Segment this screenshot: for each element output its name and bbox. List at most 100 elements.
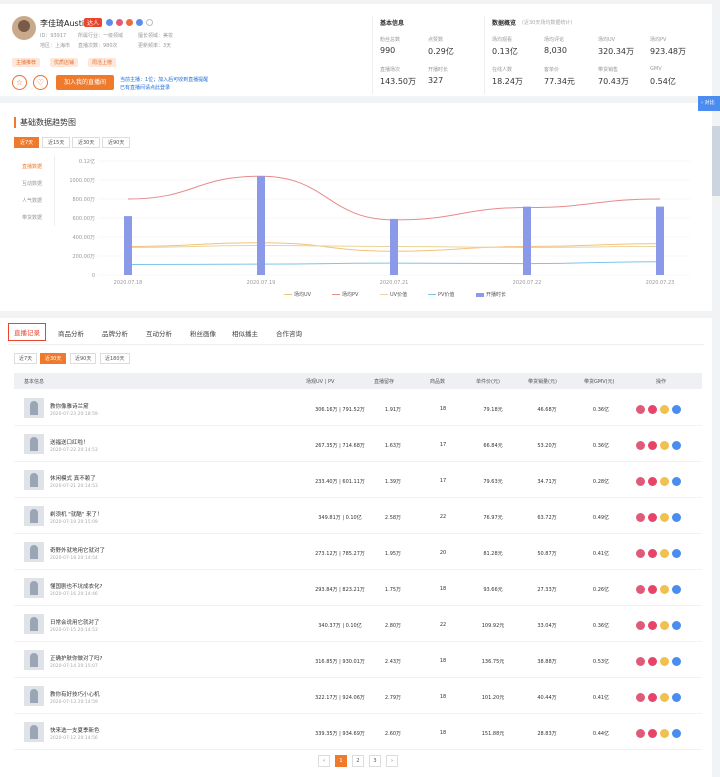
period-tab[interactable]: 近7天 (14, 137, 40, 148)
platform-icon[interactable] (106, 19, 113, 26)
video-thumbnail[interactable] (24, 614, 44, 634)
table-row[interactable]: 懂国剧也不坑成衣化? 2020-07-16 20:14:46 293.84万 | 8… (14, 571, 702, 606)
play-icon[interactable] (636, 621, 645, 630)
platform-icon[interactable] (146, 19, 153, 26)
more-icon[interactable] (660, 729, 669, 738)
tab-interaction-analysis[interactable]: 互动分析 (146, 328, 172, 338)
video-title[interactable]: 教你像雅诗兰黛 (50, 402, 89, 410)
period-tab[interactable]: 近90天 (102, 137, 131, 148)
tab-brand-analysis[interactable]: 品牌分析 (102, 328, 128, 338)
star-icon[interactable]: ☆ (12, 75, 27, 90)
video-thumbnail[interactable] (24, 398, 44, 418)
video-title[interactable]: 教你有好技巧小心机 (50, 690, 100, 698)
metric-item[interactable]: 带货数据 (22, 214, 42, 221)
platform-icon[interactable] (136, 19, 143, 26)
video-title[interactable]: 日常会说用它就对了 (50, 618, 100, 626)
more-icon[interactable] (660, 513, 669, 522)
legend-item[interactable]: 场均UV (284, 291, 311, 298)
page-button[interactable]: 1 (335, 755, 347, 767)
more-icon[interactable] (660, 693, 669, 702)
platform-icon[interactable] (126, 19, 133, 26)
play-icon[interactable] (636, 693, 645, 702)
play-icon[interactable] (636, 405, 645, 414)
tab-cooperation[interactable]: 合作咨询 (276, 328, 302, 338)
star-icon[interactable] (648, 729, 657, 738)
star-icon[interactable] (648, 693, 657, 702)
platform-icon[interactable] (116, 19, 123, 26)
video-thumbnail[interactable] (24, 506, 44, 526)
legend-item[interactable]: 开播时长 (476, 291, 506, 298)
detail-icon[interactable] (672, 729, 681, 738)
legend-item[interactable]: 场均PV (332, 291, 358, 298)
tab-fan-profile[interactable]: 粉丝画像 (190, 328, 216, 338)
range-tab[interactable]: 近30天 (40, 353, 67, 364)
more-icon[interactable] (660, 405, 669, 414)
page-button[interactable]: 2 (352, 755, 364, 767)
next-page-button[interactable]: › (386, 755, 398, 767)
play-icon[interactable] (636, 729, 645, 738)
legend-item[interactable]: UV价值 (380, 291, 407, 298)
table-row[interactable]: 日常会说用它就对了 2020-07-15 20:14:53 340.37万 | 0.… (14, 607, 702, 642)
more-icon[interactable] (660, 621, 669, 630)
join-login-link[interactable]: 已有直播间请点此登录 (120, 84, 170, 91)
metric-item[interactable]: 人气数据 (22, 197, 42, 204)
join-live-button[interactable]: 加入我的直播间 (56, 75, 114, 90)
star-icon[interactable] (648, 657, 657, 666)
star-icon[interactable] (648, 513, 657, 522)
video-thumbnail[interactable] (24, 686, 44, 706)
detail-icon[interactable] (672, 657, 681, 666)
video-title[interactable]: 送福送口红啦！ (50, 438, 89, 446)
detail-icon[interactable] (672, 549, 681, 558)
range-tab[interactable]: 近7天 (14, 353, 38, 364)
heart-icon[interactable]: ♡ (33, 75, 48, 90)
star-icon[interactable] (648, 441, 657, 450)
play-icon[interactable] (636, 513, 645, 522)
more-icon[interactable] (660, 657, 669, 666)
video-title[interactable]: 正确护肤你做对了吗? (50, 654, 102, 662)
play-icon[interactable] (636, 441, 645, 450)
video-title[interactable]: 奇野外就地用它就对了 (50, 546, 105, 554)
side-toolbar[interactable] (712, 126, 720, 196)
tab-similar-streamers[interactable]: 相似播主 (232, 328, 258, 338)
table-row[interactable]: 奇野外就地用它就对了 2020-07-18 20:14:54 273.12万 | 7… (14, 535, 702, 570)
table-row[interactable]: 休闲模式 真不赖了 2020-07-21 20:14:53 233.40万 | 60… (14, 463, 702, 498)
more-icon[interactable] (660, 441, 669, 450)
video-thumbnail[interactable] (24, 650, 44, 670)
video-thumbnail[interactable] (24, 542, 44, 562)
star-icon[interactable] (648, 549, 657, 558)
metric-item[interactable]: 直播数据 (22, 163, 42, 170)
table-row[interactable]: 教你像雅诗兰黛 2020-07-23 20:18:59 306.16万 | 791.… (14, 391, 702, 426)
detail-icon[interactable] (672, 477, 681, 486)
video-thumbnail[interactable] (24, 470, 44, 490)
period-tab[interactable]: 近30天 (72, 137, 101, 148)
detail-icon[interactable] (672, 405, 681, 414)
video-thumbnail[interactable] (24, 578, 44, 598)
star-icon[interactable] (648, 585, 657, 594)
legend-item[interactable]: PV价值 (428, 291, 454, 298)
play-icon[interactable] (636, 657, 645, 666)
play-icon[interactable] (636, 477, 645, 486)
table-row[interactable]: 正确护肤你做对了吗? 2020-07-14 20:15:07 316.85万 | 9… (14, 643, 702, 678)
play-icon[interactable] (636, 549, 645, 558)
table-row[interactable]: 剃须机 "就酷" 来了！ 2020-07-19 20:15:09 349.81万 |… (14, 499, 702, 534)
video-title[interactable]: 休闲模式 真不赖了 (50, 474, 96, 482)
page-button[interactable]: 3 (369, 755, 381, 767)
tab-live-records[interactable]: 直播记录 (8, 323, 46, 341)
star-icon[interactable] (648, 477, 657, 486)
range-tab[interactable]: 近180天 (100, 353, 130, 364)
detail-icon[interactable] (672, 513, 681, 522)
detail-icon[interactable] (672, 585, 681, 594)
compare-button[interactable]: ‹ 对比 (698, 96, 720, 111)
play-icon[interactable] (636, 585, 645, 594)
range-tab[interactable]: 近90天 (70, 353, 97, 364)
tab-product-analysis[interactable]: 商品分析 (58, 328, 84, 338)
video-thumbnail[interactable] (24, 722, 44, 742)
video-title[interactable]: 快来选一支夏季新色 (50, 726, 100, 734)
detail-icon[interactable] (672, 441, 681, 450)
table-row[interactable]: 送福送口红啦！ 2020-07-22 20:14:53 267.35万 | 714.… (14, 427, 702, 462)
period-tab[interactable]: 近15天 (42, 137, 71, 148)
detail-icon[interactable] (672, 693, 681, 702)
more-icon[interactable] (660, 585, 669, 594)
table-row[interactable]: 快来选一支夏季新色 2020-07-12 20:14:56 339.35万 | 93… (14, 715, 702, 750)
more-icon[interactable] (660, 549, 669, 558)
